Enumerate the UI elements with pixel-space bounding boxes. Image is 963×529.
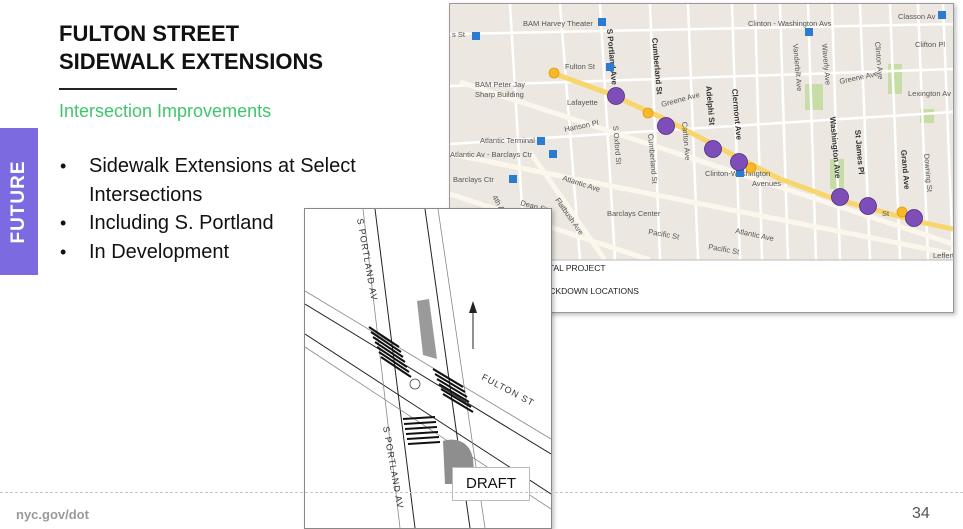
draft-label: DRAFT [452,467,530,501]
page-number: 34 [912,505,930,522]
neckdown-marker [657,117,675,135]
map-label: Atlantic Terminal [480,136,535,145]
neckdown-marker [831,188,849,206]
existing-project-marker [548,67,560,79]
map-label: Clifton Pl [915,40,945,49]
neckdown-marker [905,209,923,227]
title-line-2: SIDEWALK EXTENSIONS [59,49,324,74]
footer-url: nyc.gov/dot [16,507,89,522]
map-label: Classon Av [898,12,936,21]
sidewalk-extension [417,299,437,359]
map-label: Atlantic Av - Barclays Ctr [450,150,533,159]
park [888,64,902,94]
intersection-drawing: S PORTLAND AV S PORTLAND AV FULTON ST DR… [304,208,552,529]
map-label: Barclays Center [607,209,661,218]
map-label: Lexington Av [908,89,951,98]
bullet-item: Sidewalk Extensions at Select Intersecti… [60,152,390,209]
north-arrow-icon [469,301,477,349]
street-label-fulton: FULTON ST [480,372,536,408]
subway-icon [472,32,480,40]
park [805,84,823,110]
neckdown-marker [607,87,625,105]
subway-icon [606,63,614,71]
slide: FUTURE FULTON STREET SIDEWALK EXTENSIONS… [0,0,963,529]
map-label: Clinton - Washington Avs [748,19,832,28]
existing-project-marker [642,107,654,119]
side-tab-label: FUTURE [8,160,29,244]
map-label: Fulton St [565,62,596,71]
neckdown-marker [859,197,877,215]
street-label-s-portland-top: S PORTLAND AV [355,218,379,302]
center-marker [409,378,421,390]
slide-title: FULTON STREET SIDEWALK EXTENSIONS [59,20,419,76]
subway-icon [938,11,946,19]
map-label: Lafayette [567,98,598,107]
street-label-s-portland-bottom: S PORTLAND AV [381,426,405,510]
subway-icon [537,137,545,145]
map-label: Lefferts [933,251,953,260]
subway-icon [598,18,606,26]
subway-icon [509,175,517,183]
map-label: s St [452,30,466,39]
title-line-1: FULTON STREET [59,21,240,46]
neckdown-marker [704,140,722,158]
side-tab: FUTURE [0,128,38,275]
subway-icon [549,150,557,158]
title-divider [59,88,177,90]
map-label: BAM Harvey Theater [523,19,593,28]
map-label: Sharp Building [475,90,524,99]
map-label: Avenues [752,179,781,188]
slide-subtitle: Intersection Improvements [59,101,272,121]
map-label: BAM Peter Jay [475,80,525,89]
subway-icon [805,28,813,36]
footer-divider [0,492,963,493]
map-label: Barclays Ctr [453,175,494,184]
map-label: St [882,209,890,218]
neckdown-marker [730,153,748,171]
